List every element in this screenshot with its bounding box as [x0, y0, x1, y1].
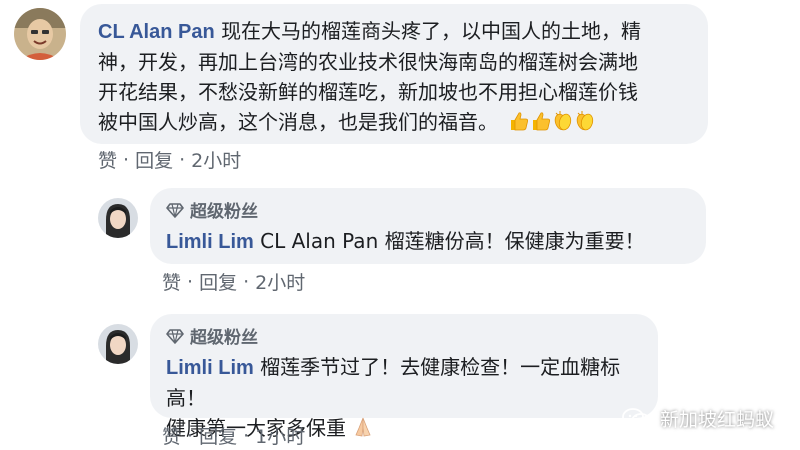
- badge-row: 超级粉丝: [166, 197, 690, 222]
- comment-author[interactable]: Limli Lim: [166, 231, 254, 253]
- comment-author[interactable]: CL Alan Pan: [98, 21, 215, 43]
- avatar[interactable]: [14, 8, 66, 60]
- like-button[interactable]: 赞: [98, 146, 117, 173]
- watermark-text: 新加坡红蚂蚁: [659, 409, 774, 431]
- diamond-icon: [166, 202, 184, 218]
- separator-dot: ·: [187, 424, 194, 447]
- top-fan-badge: 超级粉丝: [190, 328, 258, 348]
- separator-dot: ·: [187, 270, 194, 293]
- separator-dot: ·: [179, 148, 186, 171]
- thumbs-up-icon: [533, 112, 551, 131]
- avatar-photo: [98, 198, 138, 238]
- comment-text-line: 开花结果，不愁没新鲜的榴莲吃，新加坡也不用担心榴莲价钱: [98, 80, 638, 104]
- clapping-hands-icon: [577, 111, 594, 131]
- reaction-emojis: [508, 110, 596, 134]
- watermark: 新加坡红蚂蚁: [622, 405, 774, 432]
- like-button[interactable]: 赞: [162, 268, 181, 295]
- avatar[interactable]: [98, 324, 138, 364]
- folded-hands-icon: [355, 417, 371, 437]
- clapping-hands-icon: [555, 111, 572, 131]
- comment-text-line: 被中国人炒高，这个消息，也是我们的福音。: [98, 110, 498, 134]
- thumbs-up-icon: [511, 112, 529, 131]
- wechat-icon: [622, 407, 651, 429]
- comment-actions: 赞 · 回复 · 1小时: [162, 422, 305, 449]
- comment-text-line: CL Alan Pan 榴莲糖份高！保健康为重要！: [260, 229, 645, 253]
- badge-row: 超级粉丝: [166, 323, 642, 348]
- timestamp-link[interactable]: 2小时: [191, 146, 241, 173]
- reply-button[interactable]: 回复: [199, 268, 237, 295]
- timestamp-link[interactable]: 2小时: [255, 268, 305, 295]
- avatar-photo: [98, 324, 138, 364]
- separator-dot: ·: [243, 424, 250, 447]
- avatar[interactable]: [98, 198, 138, 238]
- diamond-icon: [166, 328, 184, 344]
- separator-dot: ·: [123, 148, 130, 171]
- reply-button[interactable]: 回复: [199, 422, 237, 449]
- comment-bubble: 超级粉丝 Limli Lim CL Alan Pan 榴莲糖份高！保健康为重要！: [150, 188, 706, 264]
- comment-bubble: 超级粉丝 Limli Lim 榴莲季节过了！去健康检查！一定血糖标高！ 健康第一…: [150, 314, 658, 440]
- top-fan-badge: 超级粉丝: [190, 202, 258, 222]
- comment-author[interactable]: Limli Lim: [166, 357, 254, 379]
- comment-text-line: 神，开发，再加上台湾的农业技术很快海南岛的榴莲树会满地: [98, 50, 638, 74]
- reply-button[interactable]: 回复: [135, 146, 173, 173]
- separator-dot: ·: [243, 270, 250, 293]
- timestamp-link[interactable]: 1小时: [255, 422, 305, 449]
- avatar-photo: [14, 8, 66, 60]
- comment-text-line: 现在大马的榴莲商头疼了，以中国人的土地，精: [221, 19, 642, 43]
- comment-bubble: CL Alan Pan 现在大马的榴莲商头疼了，以中国人的土地，精 神，开发，再…: [80, 4, 708, 144]
- comment-actions: 赞 · 回复 · 2小时: [162, 268, 305, 295]
- like-button[interactable]: 赞: [162, 422, 181, 449]
- comment-actions: 赞 · 回复 · 2小时: [98, 146, 241, 173]
